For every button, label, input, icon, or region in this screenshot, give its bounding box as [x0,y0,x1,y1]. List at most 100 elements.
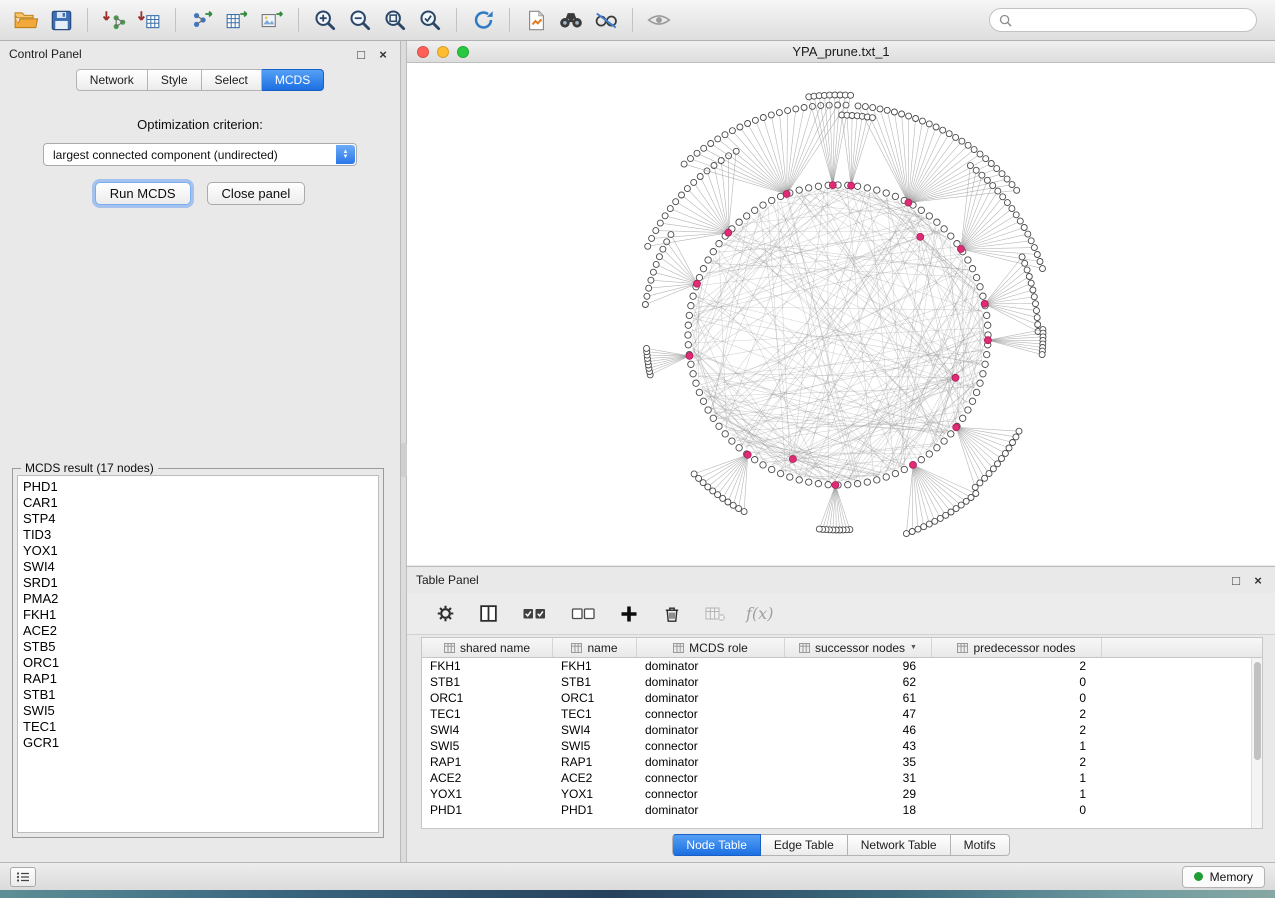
open-session-button[interactable] [10,5,42,35]
zoom-out-button[interactable] [344,5,376,35]
mcds-result-item[interactable]: SWI4 [23,559,373,575]
tab-select[interactable]: Select [202,69,262,91]
panel-menu-button[interactable] [10,867,36,887]
tab-motifs[interactable]: Motifs [951,834,1010,856]
dropdown-stepper-icon[interactable]: ▲▼ [336,145,355,164]
table-row[interactable]: STB1STB1dominator620 [422,674,1251,690]
memory-button[interactable]: Memory [1182,866,1265,888]
tab-mcds[interactable]: MCDS [262,69,324,91]
leaf-node [979,172,985,178]
save-session-button[interactable] [45,5,77,35]
mcds-result-item[interactable]: PHD1 [23,479,373,495]
ring-node [685,332,691,338]
show-columns-button[interactable] [476,602,500,626]
table-row[interactable]: YOX1YOX1connector291 [422,786,1251,802]
tab-network-table[interactable]: Network Table [848,834,951,856]
minimize-window-button[interactable] [437,46,449,58]
zoom-selected-button[interactable] [414,5,446,35]
leaf-node [1030,287,1036,293]
create-column-button[interactable] [617,602,641,626]
table-scrollbar[interactable] [1251,658,1262,828]
ring-node [918,457,924,463]
mcds-result-item[interactable]: SWI5 [23,703,373,719]
column-header-predecessor-nodes[interactable]: predecessor nodes [932,638,1102,657]
new-network-from-selection-button[interactable] [520,5,552,35]
leaf-node [741,509,747,515]
table-cell: 1 [932,739,1102,753]
leaf-node [715,136,721,142]
table-panel-title: Table Panel [416,573,479,587]
table-cell: STB1 [553,675,637,689]
delete-column-button[interactable] [660,602,684,626]
export-table-button[interactable] [221,5,253,35]
table-row[interactable]: PHD1PHD1dominator180 [422,802,1251,818]
run-mcds-button[interactable]: Run MCDS [95,182,191,205]
table-settings-button[interactable] [433,602,457,626]
ring-node [710,415,716,421]
import-table-button[interactable] [133,5,165,35]
mcds-result-item[interactable]: GCR1 [23,735,373,751]
ring-node [969,266,975,272]
table-row[interactable]: RAP1RAP1dominator352 [422,754,1251,770]
close-panel-button[interactable]: Close panel [207,182,306,205]
mcds-result-item[interactable]: CAR1 [23,495,373,511]
tab-network[interactable]: Network [76,69,148,91]
select-all-rows-button[interactable] [519,602,549,626]
ring-node [985,322,991,328]
import-network-button[interactable] [98,5,130,35]
table-row[interactable]: TEC1TEC1connector472 [422,706,1251,722]
ring-node [982,361,988,367]
zoom-fit-button[interactable] [379,5,411,35]
scrollbar-thumb[interactable] [1254,662,1261,760]
column-header-successor-nodes[interactable]: successor nodes▼ [785,638,932,657]
mcds-result-item[interactable]: TID3 [23,527,373,543]
table-row[interactable]: ORC1ORC1dominator610 [422,690,1251,706]
maximize-window-button[interactable] [457,46,469,58]
mcds-result-item[interactable]: ORC1 [23,655,373,671]
table-row[interactable]: SWI4SWI4dominator462 [422,722,1251,738]
float-panel-icon[interactable]: □ [353,46,369,62]
find-button[interactable] [555,5,587,35]
mcds-result-item[interactable]: ACE2 [23,623,373,639]
mcds-result-item[interactable]: FKH1 [23,607,373,623]
table-row[interactable]: SWI5SWI5connector431 [422,738,1251,754]
table-cell: dominator [637,675,785,689]
close-window-button[interactable] [417,46,429,58]
ring-node [874,187,880,193]
column-header-name[interactable]: name [553,638,637,657]
function-builder-button[interactable]: f(x) [746,604,773,623]
apply-layout-button[interactable] [467,5,499,35]
search-box[interactable] [989,8,1257,32]
float-table-panel-icon[interactable]: □ [1228,572,1244,588]
table-row[interactable]: ACE2ACE2connector311 [422,770,1251,786]
export-image-button[interactable] [256,5,288,35]
network-graph[interactable] [407,63,1275,565]
tab-node-table[interactable]: Node Table [672,834,761,856]
search-input[interactable] [1018,13,1247,27]
mcds-result-item[interactable]: YOX1 [23,543,373,559]
column-header-shared-name[interactable]: shared name [422,638,553,657]
leaf-node [729,128,735,134]
tab-edge-table[interactable]: Edge Table [761,834,848,856]
mcds-result-item[interactable]: SRD1 [23,575,373,591]
table-cell: 29 [785,787,932,801]
close-table-panel-icon[interactable]: × [1250,572,1266,588]
mcds-result-item[interactable]: TEC1 [23,719,373,735]
mcds-result-item[interactable]: STP4 [23,511,373,527]
network-canvas[interactable] [407,63,1275,565]
mcds-result-item[interactable]: PMA2 [23,591,373,607]
mcds-result-item[interactable]: RAP1 [23,671,373,687]
hide-graphics-details-button[interactable] [643,5,675,35]
mcds-result-item[interactable]: STB1 [23,687,373,703]
tab-style[interactable]: Style [148,69,202,91]
deselect-all-rows-button[interactable] [568,602,598,626]
column-header-MCDS-role[interactable]: MCDS role [637,638,785,657]
criterion-dropdown[interactable]: largest connected component (undirected)… [43,143,357,166]
close-panel-icon[interactable]: × [375,46,391,62]
mcds-result-list[interactable]: PHD1CAR1STP4TID3YOX1SWI4SRD1PMA2FKH1ACE2… [17,475,379,833]
table-row[interactable]: FKH1FKH1dominator962 [422,658,1251,674]
zoom-in-button[interactable] [309,5,341,35]
show-graphics-details-button[interactable] [590,5,622,35]
export-network-button[interactable] [186,5,218,35]
mcds-result-item[interactable]: STB5 [23,639,373,655]
